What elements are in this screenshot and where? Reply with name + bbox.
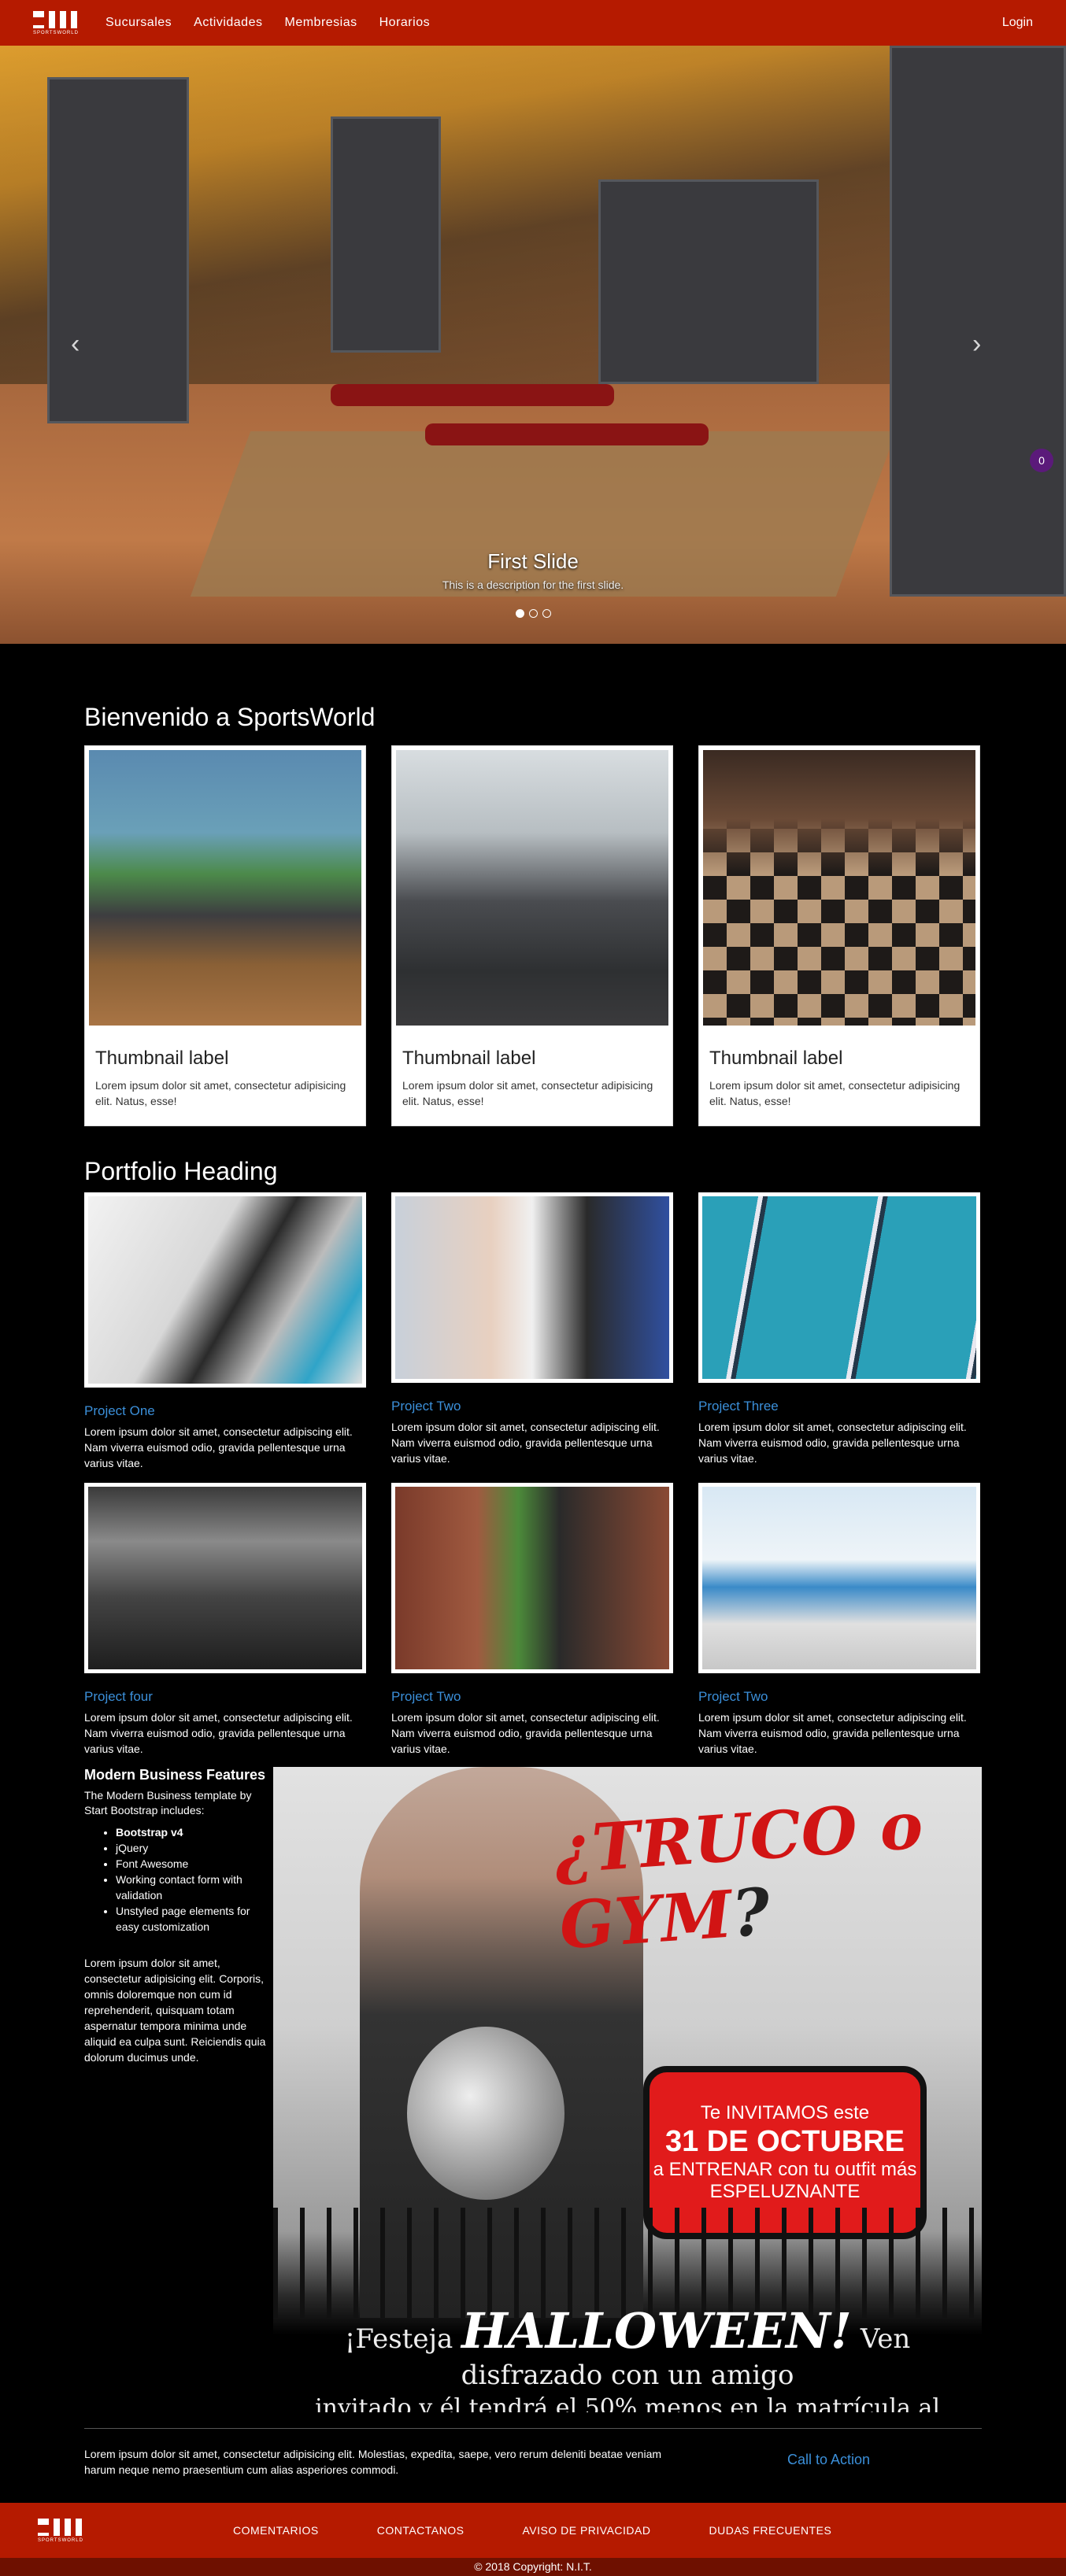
features-title: Modern Business Features bbox=[84, 1767, 266, 1783]
portfolio-item: Project Two Lorem ipsum dolor sit amet, … bbox=[391, 1483, 673, 1757]
spinning-image[interactable] bbox=[391, 1483, 673, 1673]
project-text: Lorem ipsum dolor sit amet, consectetur … bbox=[391, 1421, 660, 1465]
gym-room-image bbox=[89, 750, 361, 1026]
logo-text: SPORTSWORLD bbox=[33, 30, 79, 35]
thumbnail-text: Lorem ipsum dolor sit amet, consectetur … bbox=[709, 1079, 961, 1107]
treadmills-image bbox=[396, 750, 668, 1026]
features-list: Bootstrap v4 jQuery Font Awesome Working… bbox=[116, 1824, 267, 1935]
carousel-caption: First Slide This is a description for th… bbox=[0, 549, 1066, 591]
group-class-image[interactable] bbox=[84, 1483, 366, 1673]
footer-text: Lorem ipsum dolor sit amet, consectetur … bbox=[84, 2448, 662, 2476]
project-text: Lorem ipsum dolor sit amet, consectetur … bbox=[391, 1711, 660, 1755]
stretching-image[interactable] bbox=[698, 1483, 980, 1673]
halloween-promo-banner: ¿TRUCO o GYM? Te INVITAMOS este 31 DE OC… bbox=[273, 1767, 982, 2412]
footer-link-contactanos[interactable]: CONTACTANOS bbox=[377, 2524, 465, 2537]
carousel-next-icon[interactable]: › bbox=[972, 329, 981, 360]
thumbnail-label: Thumbnail label bbox=[402, 1048, 536, 1069]
slide-title: First Slide bbox=[487, 549, 579, 573]
project-text: Lorem ipsum dolor sit amet, consectetur … bbox=[84, 1425, 353, 1469]
project-title[interactable]: Project four bbox=[84, 1689, 366, 1705]
call-to-action-button[interactable]: Call to Action bbox=[787, 2452, 870, 2468]
thumbnail-label: Thumbnail label bbox=[95, 1048, 229, 1069]
project-text: Lorem ipsum dolor sit amet, consectetur … bbox=[698, 1711, 967, 1755]
carousel-indicator[interactable] bbox=[542, 609, 551, 618]
project-title[interactable]: Project Two bbox=[698, 1689, 980, 1705]
bench-image bbox=[425, 423, 709, 445]
footer-link-privacidad[interactable]: AVISO DE PRIVACIDAD bbox=[522, 2524, 650, 2537]
bench-image bbox=[331, 384, 614, 406]
welcome-title: Bienvenido a SportsWorld bbox=[84, 703, 376, 731]
portfolio-item: Project Two Lorem ipsum dolor sit amet, … bbox=[391, 1192, 673, 1466]
list-item: Font Awesome bbox=[116, 1856, 267, 1872]
thumbnail-card: Thumbnail label Lorem ipsum dolor sit am… bbox=[698, 745, 980, 1126]
elliptical-image[interactable] bbox=[84, 1192, 366, 1388]
carousel-indicator[interactable] bbox=[529, 609, 538, 618]
gym-hall-image bbox=[703, 750, 975, 1026]
portfolio-item: Project Two Lorem ipsum dolor sit amet, … bbox=[698, 1483, 980, 1757]
carousel-indicator[interactable] bbox=[516, 609, 524, 618]
slide-description: This is a description for the first slid… bbox=[442, 578, 624, 591]
gym-machine-image bbox=[331, 116, 441, 353]
features-intro: The Modern Business template by Start Bo… bbox=[84, 1789, 252, 1817]
carousel-prev-icon[interactable]: ‹ bbox=[71, 329, 80, 360]
kettlebell-image bbox=[407, 2027, 564, 2200]
list-item: jQuery bbox=[116, 1840, 267, 1856]
nav-link-membresias[interactable]: Membresias bbox=[284, 16, 357, 30]
nav-link-sucursales[interactable]: Sucursales bbox=[105, 16, 172, 30]
footer-divider bbox=[84, 2428, 982, 2429]
thumbnail-card: Thumbnail label Lorem ipsum dolor sit am… bbox=[84, 745, 366, 1126]
nav-link-horarios[interactable]: Horarios bbox=[379, 16, 430, 30]
hero-carousel: ‹ › First Slide This is a description fo… bbox=[0, 46, 1066, 644]
swimming-pool-image[interactable] bbox=[698, 1192, 980, 1383]
promo-headline: ¿TRUCO o GYM? bbox=[551, 1787, 926, 1964]
top-navbar: SPORTSWORLD Sucursales Actividades Membr… bbox=[0, 0, 1066, 46]
portfolio-title: Portfolio Heading bbox=[84, 1157, 278, 1185]
thumbnail-card: Thumbnail label Lorem ipsum dolor sit am… bbox=[391, 745, 673, 1126]
portfolio-item: Project Three Lorem ipsum dolor sit amet… bbox=[698, 1192, 980, 1466]
thumbnail-text: Lorem ipsum dolor sit amet, consectetur … bbox=[95, 1079, 346, 1107]
project-title[interactable]: Project Two bbox=[391, 1399, 673, 1414]
portfolio-item: Project four Lorem ipsum dolor sit amet,… bbox=[84, 1483, 366, 1757]
dumbbell-rack-image bbox=[598, 179, 819, 384]
sportsworld-logo[interactable]: SPORTSWORLD bbox=[33, 7, 79, 39]
copyright-text: © 2018 Copyright: N.I.T. bbox=[0, 2558, 1066, 2576]
sportsworld-logo[interactable]: SPORTSWORLD bbox=[38, 2515, 83, 2546]
promo-tagline: ¡Festeja HALLOWEEN! Ven disfrazado con u… bbox=[315, 2302, 940, 2412]
nav-link-actividades[interactable]: Actividades bbox=[194, 16, 262, 30]
project-title[interactable]: Project One bbox=[84, 1403, 366, 1419]
footer-link-dudas[interactable]: DUDAS FRECUENTES bbox=[709, 2524, 831, 2537]
features-column: Modern Business Features The Modern Busi… bbox=[84, 1767, 267, 2065]
login-link[interactable]: Login bbox=[1002, 16, 1033, 30]
logo-text: SPORTSWORLD bbox=[38, 2537, 83, 2543]
project-text: Lorem ipsum dolor sit amet, consectetur … bbox=[698, 1421, 967, 1465]
cemetery-fence-image bbox=[273, 2208, 982, 2318]
features-paragraph: Lorem ipsum dolor sit amet, consectetur … bbox=[84, 1957, 266, 2064]
bottom-navbar: SPORTSWORLD COMENTARIOS CONTACTANOS AVIS… bbox=[0, 2503, 1066, 2558]
floating-badge[interactable]: 0 bbox=[1030, 449, 1053, 472]
project-title[interactable]: Project Two bbox=[391, 1689, 673, 1705]
project-title[interactable]: Project Three bbox=[698, 1399, 980, 1414]
portfolio-item: Project One Lorem ipsum dolor sit amet, … bbox=[84, 1192, 366, 1471]
list-item: Working contact form with validation bbox=[116, 1872, 267, 1903]
list-item: Bootstrap v4 bbox=[116, 1824, 267, 1840]
list-item: Unstyled page elements for easy customiz… bbox=[116, 1903, 267, 1935]
gym-machine-image bbox=[47, 77, 189, 423]
footer-link-comentarios[interactable]: COMENTARIOS bbox=[233, 2524, 319, 2537]
thumbnail-text: Lorem ipsum dolor sit amet, consectetur … bbox=[402, 1079, 653, 1107]
thumbnail-label: Thumbnail label bbox=[709, 1048, 843, 1069]
project-text: Lorem ipsum dolor sit amet, consectetur … bbox=[84, 1711, 353, 1755]
carousel-indicators bbox=[516, 609, 551, 618]
dumbbell-training-image[interactable] bbox=[391, 1192, 673, 1383]
gym-machine-image bbox=[890, 46, 1066, 597]
